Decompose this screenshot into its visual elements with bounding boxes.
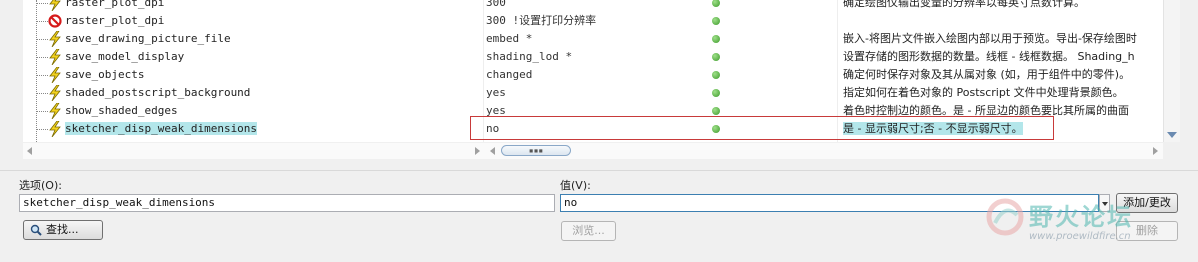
tree-branch [36, 75, 48, 76]
tree-branch [36, 21, 48, 22]
option-name: show_shaded_edges [65, 104, 178, 117]
no-entry-icon [48, 14, 62, 28]
status-dot [712, 89, 720, 97]
option-input[interactable]: sketcher_disp_weak_dimensions [19, 194, 555, 212]
edit-panel [0, 170, 1198, 262]
add-change-button[interactable]: 添加/更改 [1116, 193, 1178, 213]
option-name: save_model_display [65, 50, 185, 63]
lightning-icon [49, 49, 61, 65]
scroll-left-arrow-icon[interactable] [490, 147, 495, 155]
option-value: yes [486, 104, 506, 117]
selected-option-description: 是 - 显示弱尺寸;否 - 不显示弱尺寸。 [843, 122, 1023, 135]
browse-button[interactable]: 浏览... [561, 221, 616, 241]
option-description: 设置存储的图形数据的数量。线框 - 线框数据。 Shading_h [843, 50, 1135, 63]
tree-branch [36, 111, 48, 112]
option-name: shaded_postscript_background [65, 86, 251, 99]
option-name: save_objects [65, 68, 145, 81]
option-value: changed [486, 68, 533, 81]
lightning-icon [49, 67, 61, 83]
status-dot [712, 71, 720, 79]
option-description: 确定绘图仪输出变量的分辨率以每英寸点数计算。 [843, 0, 1085, 9]
lightning-icon [49, 121, 61, 137]
status-dot [712, 17, 720, 25]
list-item[interactable]: raster_plot_dpi 300 确定绘图仪输出变量的分辨率以每英寸点数计… [23, 0, 1163, 12]
option-name: raster_plot_dpi [65, 0, 165, 9]
status-dot [712, 125, 720, 133]
value-label: 值(V): [560, 179, 591, 192]
search-icon [30, 224, 42, 236]
status-dot [712, 107, 720, 115]
tree-branch [36, 129, 48, 130]
option-description: 是 - 显示弱尺寸;否 - 不显示弱尺寸。 [843, 120, 1163, 138]
lightning-icon [49, 103, 61, 119]
tree-branch [36, 93, 48, 94]
find-button-label: 查找... [46, 223, 79, 236]
option-name: raster_plot_dpi [65, 14, 165, 27]
list-item[interactable]: show_shaded_edges yes 着色时控制边的颜色。是 - 所显边的… [23, 102, 1163, 120]
option-label: 选项(O): [19, 179, 62, 192]
horizontal-scrollbar[interactable]: ▪▪▪ [23, 143, 1163, 159]
value-dropdown-arrow-icon[interactable] [1099, 194, 1110, 212]
selected-option-name: sketcher_disp_weak_dimensions [65, 122, 258, 135]
option-value: 300 [486, 0, 506, 9]
option-name: save_drawing_picture_file [65, 32, 231, 45]
list-item[interactable]: shaded_postscript_background yes 指定如何在着色… [23, 84, 1163, 102]
lightning-icon [49, 0, 61, 11]
scroll-right-arrow-icon[interactable] [475, 147, 480, 155]
status-dot [712, 53, 720, 61]
status-dot [712, 0, 720, 7]
scroll-thumb[interactable]: ▪▪▪ [501, 145, 571, 156]
option-description: 嵌入-将图片文件嵌入绘图内部以用于预览。导出-保存绘图时 [843, 32, 1137, 45]
tree-branch [36, 39, 48, 40]
value-input[interactable]: no [560, 194, 1099, 212]
option-description [843, 12, 1163, 30]
lightning-icon [49, 85, 61, 101]
option-value: 300 !设置打印分辨率 [486, 14, 597, 27]
option-name: sketcher_disp_weak_dimensions [65, 120, 480, 138]
options-list[interactable]: raster_plot_dpi 300 确定绘图仪输出变量的分辨率以每英寸点数计… [23, 0, 1163, 142]
option-description: 指定如何在着色对象的 Postscript 文件中处理背景颜色。 [843, 86, 1124, 99]
option-value: no [486, 122, 500, 135]
scroll-down-arrow-icon[interactable] [1167, 132, 1177, 138]
option-value: yes [486, 86, 506, 99]
lightning-icon [49, 31, 61, 47]
tree-branch [36, 3, 48, 4]
vertical-scrollbar[interactable] [1163, 0, 1180, 142]
delete-button[interactable]: 删除 [1116, 221, 1178, 241]
find-button[interactable]: 查找... [23, 220, 103, 240]
scroll-right-arrow-icon[interactable] [1153, 147, 1158, 155]
option-description: 确定何时保存对象及其从属对象 (如，用于组件中的零件)。 [843, 68, 1131, 81]
option-value: shading_lod * [486, 50, 573, 63]
list-item[interactable]: save_drawing_picture_file embed * 嵌入-将图片… [23, 30, 1163, 48]
list-item-selected[interactable]: sketcher_disp_weak_dimensions no 是 - 显示弱… [23, 120, 1163, 138]
list-item[interactable]: save_model_display shading_lod * 设置存储的图形… [23, 48, 1163, 66]
list-item[interactable]: save_objects changed 确定何时保存对象及其从属对象 (如，用… [23, 66, 1163, 84]
tree-branch [36, 57, 48, 58]
status-dot [712, 35, 720, 43]
option-description: 着色时控制边的颜色。是 - 所显边的颜色要比其所属的曲面 [843, 104, 1129, 117]
option-value: embed * [486, 32, 533, 45]
list-item[interactable]: raster_plot_dpi 300 !设置打印分辨率 [23, 12, 1163, 30]
scroll-left-arrow-icon[interactable] [27, 147, 32, 155]
